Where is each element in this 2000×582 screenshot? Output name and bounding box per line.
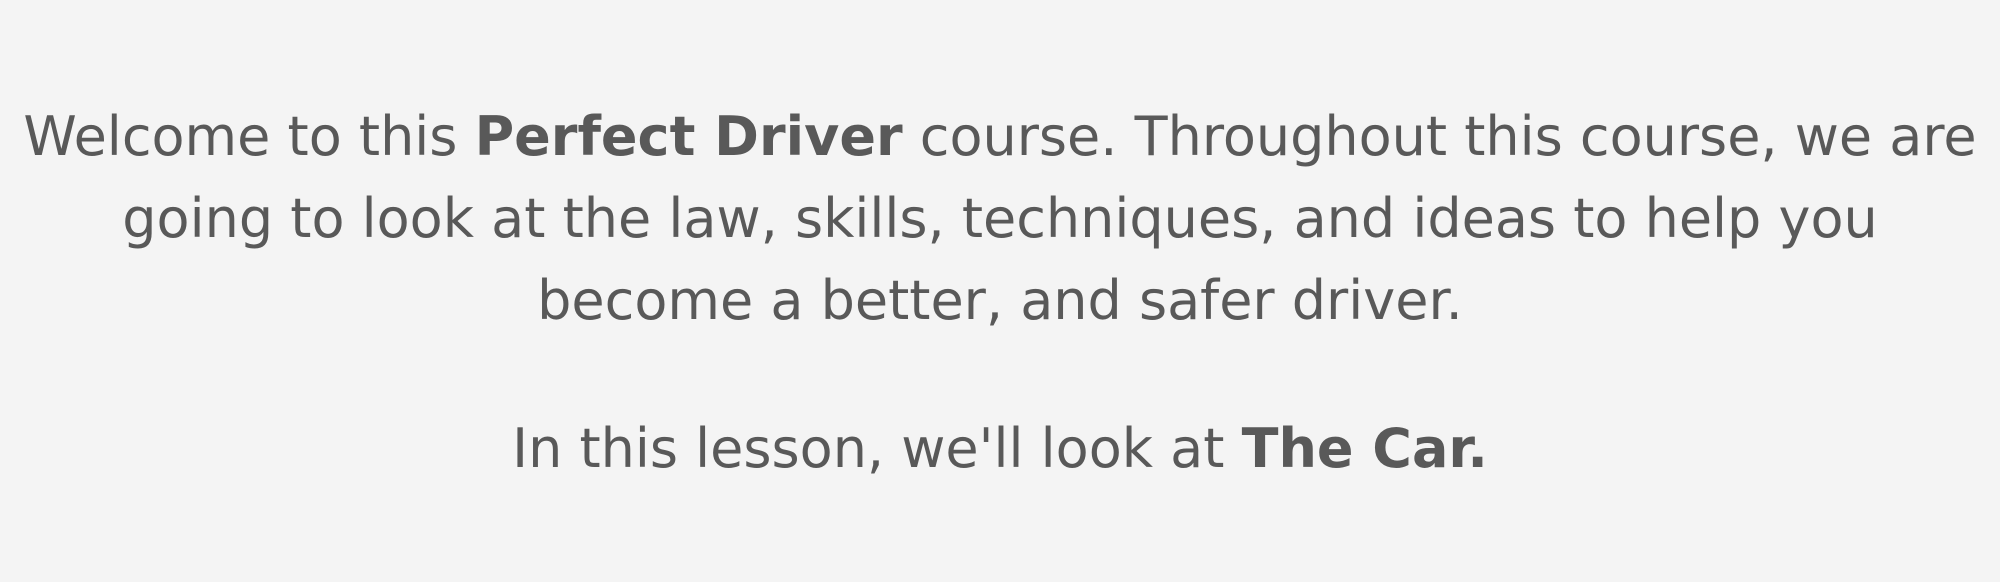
intro-text-start: Welcome to this [23,105,475,168]
lesson-intro-page: Welcome to this Perfect Driver course. T… [0,0,2000,582]
lesson-text-start: In this lesson, we'll look at [512,417,1242,480]
lesson-paragraph: In this lesson, we'll look at The Car. [0,408,2000,490]
intro-paragraph: Welcome to this Perfect Driver course. T… [0,96,2000,342]
course-name: Perfect Driver [474,105,903,168]
lesson-topic: The Car. [1241,417,1488,480]
